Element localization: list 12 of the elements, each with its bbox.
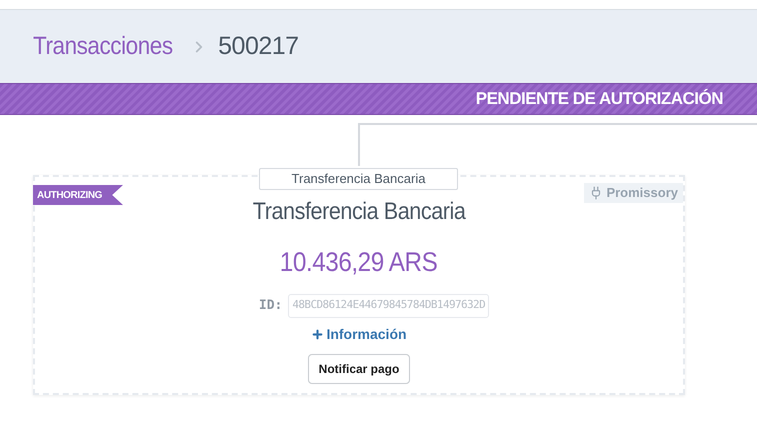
status-banner: PENDIENTE DE AUTORIZACIÓN (0, 83, 757, 115)
id-label: ID: (258, 296, 282, 315)
amount: 10.436,29 ARS (280, 246, 438, 279)
method-tag: Transferencia Bancaria (259, 168, 458, 190)
notify-payment-button[interactable]: Notificar pago (308, 354, 410, 384)
info-link[interactable]: Información (311, 324, 407, 344)
card-title: Transferencia Bancaria (252, 197, 466, 227)
breadcrumb-link[interactable]: Transacciones (33, 28, 173, 66)
plus-icon (311, 328, 324, 340)
breadcrumb-current: 500217 (218, 30, 299, 62)
status-ribbon: AUTHORIZING (33, 185, 123, 205)
method-badge: Promissory (584, 183, 683, 203)
